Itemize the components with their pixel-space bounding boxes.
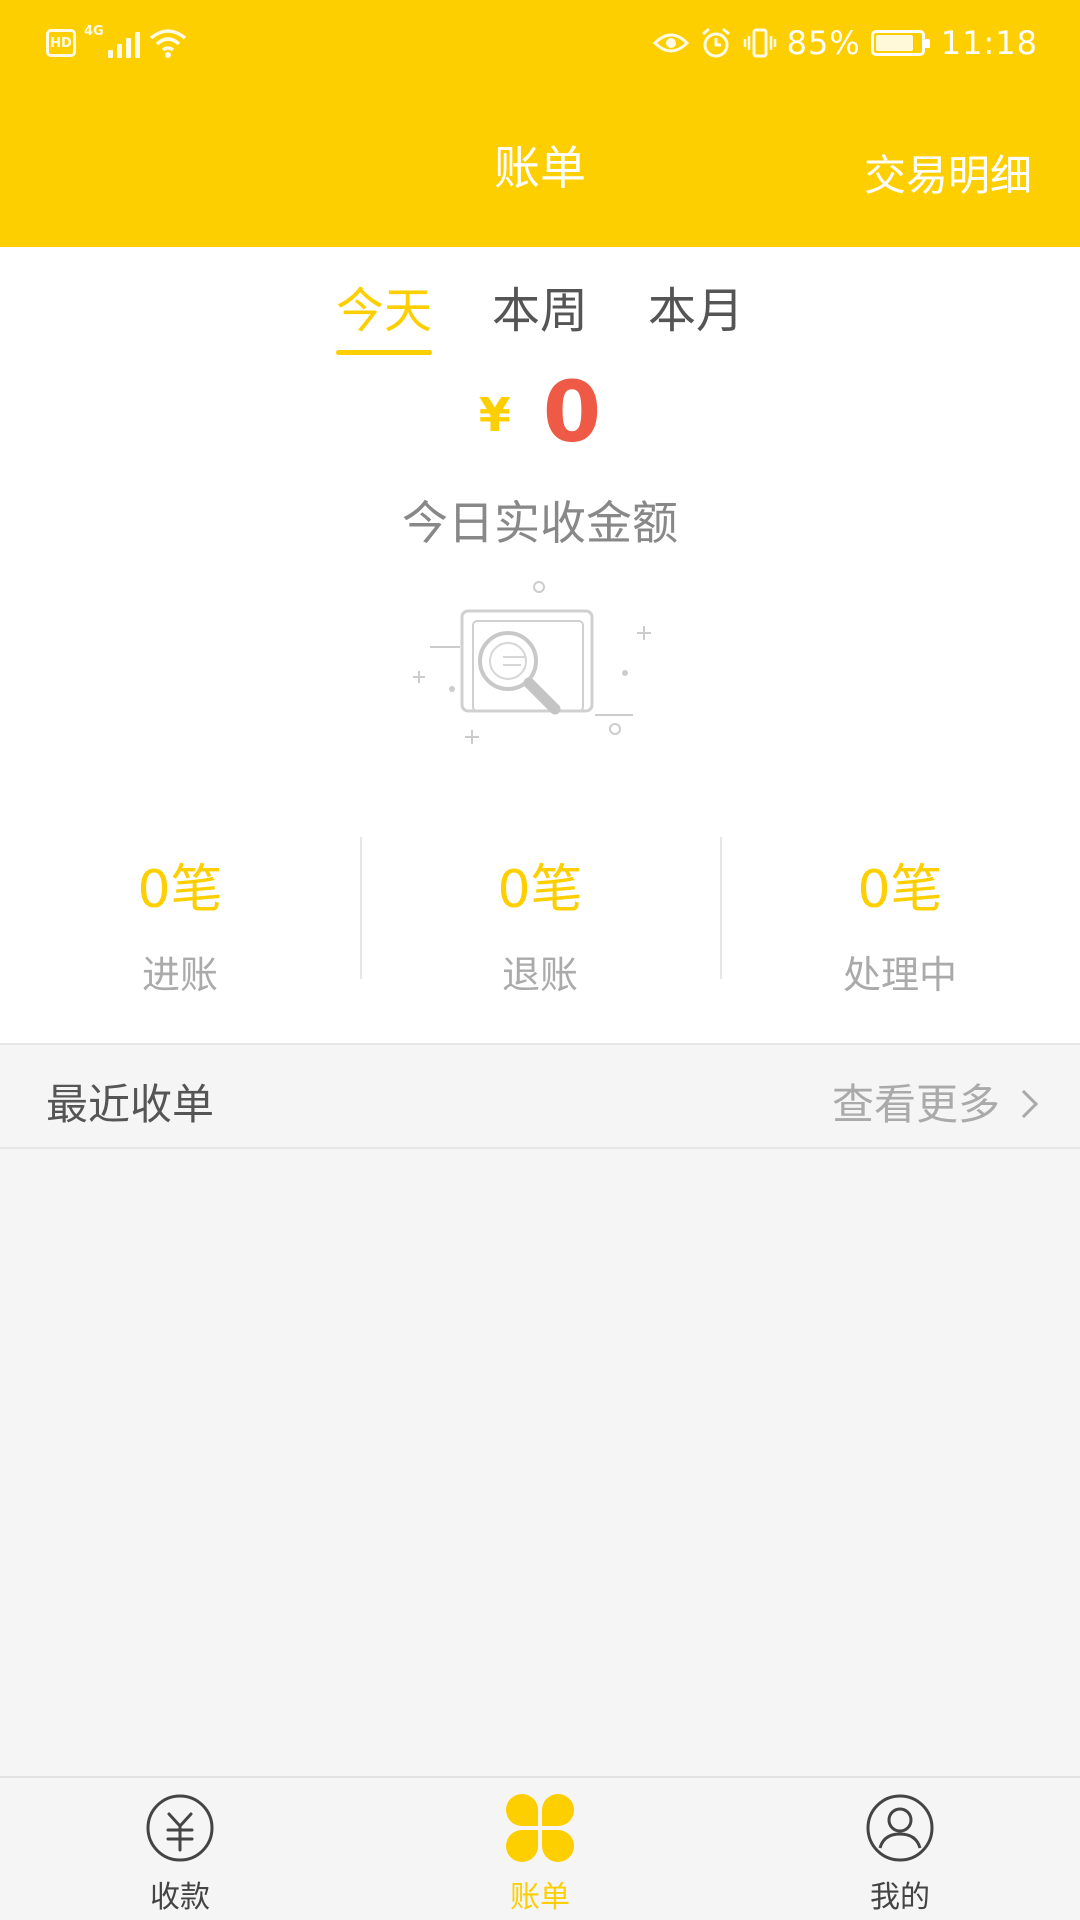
vibrate-icon (743, 28, 776, 58)
stat-incoming-value: 0笔 (137, 860, 223, 920)
battery-fill (875, 35, 914, 51)
wifi-icon (149, 29, 186, 58)
stat-processing-label: 处理中 (842, 953, 957, 997)
eye-icon (652, 33, 689, 53)
tab-me[interactable]: 我的 (720, 1778, 1080, 1920)
battery-percent: 85% (786, 24, 861, 62)
clover-icon (506, 1794, 574, 1862)
signal-icon (107, 28, 140, 58)
tab-this-month[interactable]: 本月 (648, 271, 744, 355)
alarm-icon (701, 27, 730, 58)
recent-section-header: 最近收单 查看更多 (0, 1045, 1080, 1149)
tab-collect[interactable]: 收款 (0, 1778, 360, 1920)
stat-incoming-label: 进账 (141, 953, 218, 997)
stat-incoming[interactable]: 0笔 进账 (0, 837, 360, 997)
currency-symbol: ¥ (478, 388, 511, 442)
status-left: HD 4G (46, 22, 188, 64)
empty-search-illustration-icon (413, 581, 651, 744)
yuan-circle-icon (146, 1794, 214, 1862)
transaction-details-link[interactable]: 交易明细 (864, 142, 1032, 203)
clock: 11:18 (940, 24, 1038, 62)
amount-row: ¥ 0 (0, 363, 1080, 461)
stat-refund[interactable]: 0笔 退账 (360, 837, 720, 997)
network-label: 4G (84, 24, 104, 39)
tab-this-week[interactable]: 本周 (492, 271, 588, 355)
stat-refund-value: 0笔 (497, 860, 583, 920)
recent-title: 最近收单 (46, 1080, 215, 1129)
view-more-label: 查看更多 (831, 1080, 1000, 1129)
status-right: 85% 11:18 (652, 18, 1038, 68)
view-more-link[interactable]: 查看更多 (831, 1071, 1039, 1132)
status-bar: HD 4G 85% 11:18 (0, 0, 1080, 86)
bottom-tab-bar: 收款 账单 我的 (0, 1776, 1080, 1920)
hd-badge: HD (46, 29, 76, 57)
battery-icon (870, 30, 930, 56)
tab-me-label: 我的 (870, 1880, 930, 1915)
tab-today[interactable]: 今天 (335, 271, 432, 355)
tab-bill[interactable]: 账单 (360, 1778, 720, 1920)
amount-value: 0 (542, 363, 602, 461)
app-header: HD 4G 85% 11:18 账单 交易明细 (0, 0, 1080, 247)
chevron-right-icon (1009, 1089, 1039, 1118)
amount-label: 今日实收金额 (402, 496, 678, 550)
summary-card: 今天 本周 本月 ¥ 0 今日实收金额 0笔 进账 0笔 退账 0笔 处理中 (0, 247, 1080, 1043)
stats-row: 0笔 进账 0笔 退账 0笔 处理中 (0, 837, 1080, 997)
period-tabs: 今天 本周 本月 (0, 271, 1080, 355)
user-circle-icon (866, 1794, 934, 1862)
tab-collect-label: 收款 (150, 1880, 210, 1915)
stat-processing[interactable]: 0笔 处理中 (720, 837, 1080, 997)
stat-processing-value: 0笔 (857, 860, 943, 920)
stat-refund-label: 退账 (501, 953, 578, 997)
tab-bill-label: 账单 (510, 1880, 570, 1915)
